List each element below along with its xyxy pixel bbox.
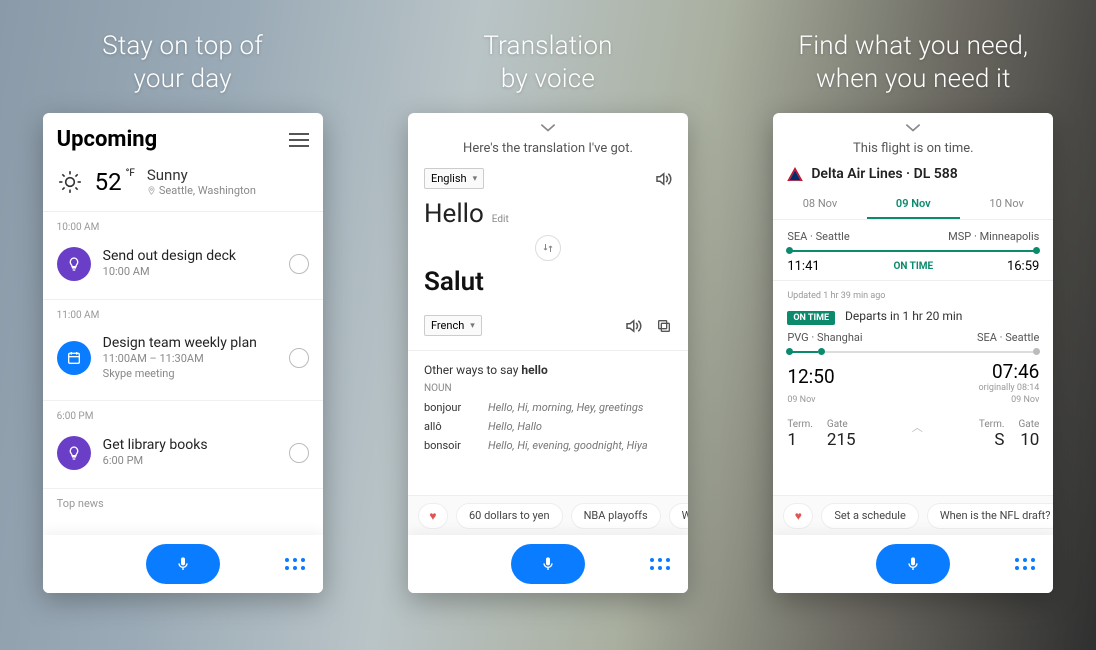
to-airport: SEA · Seattle bbox=[977, 331, 1039, 344]
tab-date-active[interactable]: 09 Nov bbox=[867, 190, 960, 219]
from-airport: SEA · Seattle bbox=[787, 230, 849, 243]
bulb-icon bbox=[57, 247, 91, 281]
mic-button[interactable] bbox=[511, 544, 585, 584]
chevron-down-icon bbox=[539, 123, 557, 133]
time-label-0: 10:00 AM bbox=[43, 212, 323, 237]
synonym-table: bonjourHello, Hi, morning, Hey, greeting… bbox=[408, 398, 688, 455]
arr-time: 07:46 bbox=[992, 360, 1039, 383]
to-airport: MSP · Minneapolis bbox=[948, 230, 1039, 243]
event-sub2: Skype meeting bbox=[103, 366, 277, 381]
date-tabs: 08 Nov 09 Nov 10 Nov bbox=[773, 190, 1053, 220]
event-sub: 6:00 PM bbox=[103, 453, 277, 468]
event-title: Send out design deck bbox=[103, 248, 277, 264]
target-word: Salut bbox=[424, 267, 484, 297]
flight-status-text: This flight is on time. bbox=[773, 135, 1053, 166]
event-title: Get library books bbox=[103, 437, 277, 453]
event-sub: 11:00AM – 11:30AM bbox=[103, 351, 277, 366]
card-flight: This flight is on time. Delta Air Lines … bbox=[773, 113, 1053, 593]
pull-down-handle[interactable] bbox=[408, 113, 688, 135]
suggestion-chip[interactable]: When is the NFL draft? bbox=[927, 503, 1053, 529]
event-checkbox[interactable] bbox=[289, 348, 309, 368]
source-word: Hello bbox=[424, 199, 484, 229]
hamburger-icon[interactable] bbox=[289, 133, 309, 147]
target-language-select[interactable]: French bbox=[424, 315, 482, 336]
copy-icon[interactable] bbox=[656, 318, 672, 334]
suggestion-bar: ♥ 60 dollars to yen NBA playoffs What ca… bbox=[408, 495, 688, 535]
event-item[interactable]: Send out design deck 10:00 AM bbox=[43, 237, 323, 300]
event-checkbox[interactable] bbox=[289, 443, 309, 463]
calendar-icon bbox=[57, 341, 91, 375]
suggestion-chip[interactable]: 60 dollars to yen bbox=[456, 503, 563, 529]
bulb-icon bbox=[57, 436, 91, 470]
from-airport: PVG · Shanghai bbox=[787, 331, 862, 344]
original-time: originally 08:14 bbox=[979, 383, 1040, 393]
more-dots-icon[interactable] bbox=[1015, 558, 1035, 570]
translation-subtitle: Here's the translation I've got. bbox=[408, 135, 688, 168]
event-item[interactable]: Design team weekly plan 11:00AM – 11:30A… bbox=[43, 325, 323, 401]
favorite-icon[interactable]: ♥ bbox=[418, 503, 448, 529]
time-label-1: 11:00 AM bbox=[43, 300, 323, 325]
weather-location: Seattle, Washington bbox=[147, 184, 256, 197]
departs-in: Departs in 1 hr 20 min bbox=[845, 309, 962, 323]
terminal-gate-row: Term.1 Gate215 ︿ Term.S Gate10 bbox=[773, 411, 1053, 458]
edit-link[interactable]: Edit bbox=[492, 214, 509, 225]
caption-3: Find what you need,when you need it bbox=[798, 30, 1028, 95]
dep-time: 12:50 bbox=[787, 365, 834, 388]
bottom-bar bbox=[43, 535, 323, 593]
suggestion-chip[interactable]: What can you bbox=[669, 503, 688, 529]
flight-leg-2[interactable]: Updated 1 hr 39 min ago ON TIME Departs … bbox=[773, 280, 1053, 411]
dep-time: 11:41 bbox=[787, 259, 819, 274]
chevron-up-icon[interactable]: ︿ bbox=[912, 419, 923, 450]
on-time-pill: ON TIME bbox=[787, 311, 835, 325]
progress-bar bbox=[787, 351, 1039, 353]
caption-1: Stay on top ofyour day bbox=[102, 30, 263, 95]
mic-button[interactable] bbox=[146, 544, 220, 584]
tab-date[interactable]: 10 Nov bbox=[960, 190, 1053, 219]
weather-row[interactable]: 52 °F Sunny Seattle, Washington bbox=[43, 162, 323, 212]
chevron-down-icon bbox=[904, 123, 922, 133]
more-dots-icon[interactable] bbox=[285, 558, 305, 570]
suggestion-bar: ♥ Set a schedule When is the NFL draft? bbox=[773, 495, 1053, 535]
top-news-link[interactable]: Top news bbox=[43, 489, 323, 518]
suggestion-chip[interactable]: Set a schedule bbox=[821, 503, 919, 529]
sun-icon bbox=[57, 169, 83, 195]
more-dots-icon[interactable] bbox=[650, 558, 670, 570]
on-time-badge: ON TIME bbox=[893, 261, 933, 272]
updated-text: Updated 1 hr 39 min ago bbox=[787, 291, 1039, 301]
mic-button[interactable] bbox=[876, 544, 950, 584]
pull-down-handle[interactable] bbox=[773, 113, 1053, 135]
dep-date: 09 Nov bbox=[787, 395, 815, 405]
favorite-icon[interactable]: ♥ bbox=[783, 503, 813, 529]
event-item[interactable]: Get library books 6:00 PM bbox=[43, 426, 323, 489]
card-upcoming: Upcoming 52 °F Sunny Seattle, Washington… bbox=[43, 113, 323, 593]
card-translation: Here's the translation I've got. English… bbox=[408, 113, 688, 593]
flight-leg-1[interactable]: SEA · Seattle MSP · Minneapolis 11:41 ON… bbox=[773, 220, 1053, 280]
weather-unit: °F bbox=[126, 168, 135, 179]
source-language-select[interactable]: English bbox=[424, 168, 484, 189]
event-checkbox[interactable] bbox=[289, 254, 309, 274]
bottom-bar bbox=[773, 535, 1053, 593]
speaker-icon[interactable] bbox=[654, 170, 672, 188]
flight-airline-row: Delta Air Lines · DL 588 bbox=[773, 166, 1053, 190]
event-sub: 10:00 AM bbox=[103, 264, 277, 279]
other-ways-header: Other ways to say hello bbox=[408, 351, 688, 383]
weather-condition: Sunny bbox=[147, 166, 256, 184]
tab-date[interactable]: 08 Nov bbox=[773, 190, 866, 219]
progress-bar bbox=[787, 250, 1039, 252]
arr-time: 16:59 bbox=[1007, 259, 1039, 274]
upcoming-title: Upcoming bbox=[57, 127, 158, 152]
caption-2: Translationby voice bbox=[483, 30, 612, 95]
event-title: Design team weekly plan bbox=[103, 335, 277, 351]
noun-label: NOUN bbox=[408, 383, 688, 398]
bottom-bar bbox=[408, 535, 688, 593]
delta-logo-icon bbox=[787, 167, 803, 181]
time-label-2: 6:00 PM bbox=[43, 401, 323, 426]
suggestion-chip[interactable]: NBA playoffs bbox=[571, 503, 661, 529]
weather-temp: 52 bbox=[95, 168, 122, 196]
speaker-icon[interactable] bbox=[624, 317, 642, 335]
arr-date: 09 Nov bbox=[1011, 395, 1039, 405]
pin-icon bbox=[147, 186, 156, 195]
